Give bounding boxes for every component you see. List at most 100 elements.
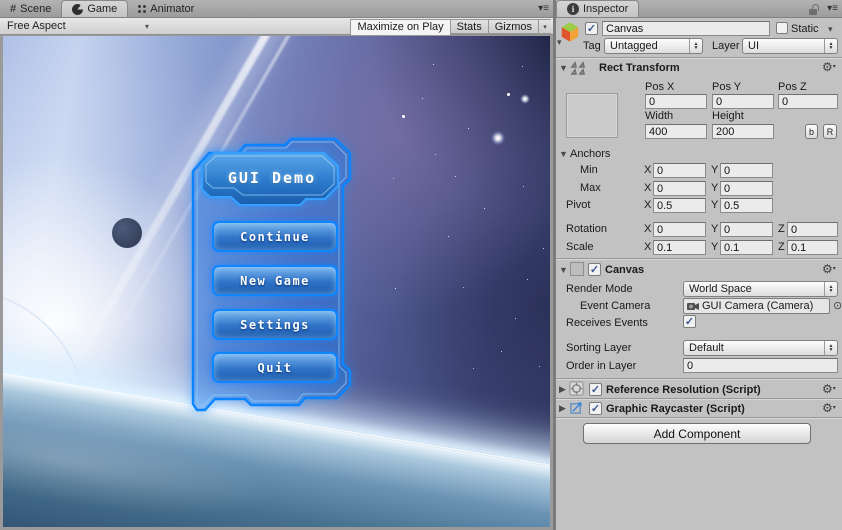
graphic-raycaster-foldout[interactable]: ▶ xyxy=(559,403,566,414)
scale-z-field[interactable] xyxy=(787,240,838,255)
reference-resolution-enabled-checkbox[interactable]: ✓ xyxy=(589,383,602,396)
layer-label: Layer xyxy=(712,40,740,52)
reference-resolution-gear-icon[interactable]: ⚙ xyxy=(822,383,836,395)
gameobject-active-checkbox[interactable]: ✓ xyxy=(585,22,598,35)
rotation-z-field[interactable] xyxy=(787,222,838,237)
canvas-enabled-checkbox[interactable]: ✓ xyxy=(588,263,601,276)
inspector-menu-icon[interactable]: ▾≡ xyxy=(827,3,838,14)
anchors-foldout[interactable]: ▼ xyxy=(559,149,568,159)
tab-scene-label: Scene xyxy=(20,2,52,15)
pivot-y-field[interactable] xyxy=(720,198,773,213)
new-game-button[interactable]: New Game xyxy=(212,265,338,296)
axis-y-label: Y xyxy=(711,182,719,194)
stats-button[interactable]: Stats xyxy=(449,19,488,35)
gizmos-button[interactable]: Gizmos xyxy=(487,19,538,35)
rotation-y-field[interactable] xyxy=(720,222,773,237)
pivot-x-field[interactable] xyxy=(653,198,706,213)
pos-y-field[interactable] xyxy=(712,94,774,109)
axis-y-label: Y xyxy=(711,199,719,211)
continue-button-label: Continue xyxy=(240,229,310,244)
canvas-component-icon xyxy=(570,262,584,276)
anchors-min-y-field[interactable] xyxy=(720,163,773,178)
axis-x-label: X xyxy=(644,164,652,176)
small-planet-silhouette xyxy=(112,218,142,248)
gizmos-dropdown-arrow[interactable]: ▾ xyxy=(538,19,551,35)
scale-x-field[interactable] xyxy=(653,240,706,255)
scale-y-field[interactable] xyxy=(720,240,773,255)
render-mode-dropdown[interactable]: World Space ▲ ▼ xyxy=(683,281,838,297)
tab-animator[interactable]: Animator xyxy=(128,0,204,17)
left-tabstrip: # Scene Game Animator ▾≡ xyxy=(0,0,553,18)
tab-animator-label: Animator xyxy=(150,2,195,15)
menu-title: GUI Demo xyxy=(227,169,317,187)
tab-scene[interactable]: # Scene xyxy=(0,0,61,17)
continue-button[interactable]: Continue xyxy=(212,221,338,252)
raw-edit-mode-button[interactable]: R xyxy=(823,124,837,139)
sorting-layer-label: Sorting Layer xyxy=(566,342,632,354)
add-component-button[interactable]: Add Component xyxy=(583,423,811,444)
anchors-min-x-field[interactable] xyxy=(653,163,706,178)
sorting-layer-value: Default xyxy=(689,342,724,354)
rect-transform-foldout[interactable]: ▼ xyxy=(559,63,568,73)
canvas-foldout[interactable]: ▼ xyxy=(559,265,568,275)
lock-icon[interactable] xyxy=(809,4,819,15)
static-label: Static xyxy=(791,23,819,35)
rotation-x-field[interactable] xyxy=(653,222,706,237)
game-view-dock: # Scene Game Animator ▾≡ Free Aspect ▾ M… xyxy=(0,0,553,530)
axis-y-label: Y xyxy=(711,223,719,235)
anchors-max-y-field[interactable] xyxy=(720,181,773,196)
maximize-on-play-label: Maximize on Play xyxy=(357,21,444,33)
pane-menu-icon[interactable]: ▾≡ xyxy=(538,3,549,14)
tag-dropdown[interactable]: Untagged ▲ ▼ xyxy=(604,38,703,54)
settings-button[interactable]: Settings xyxy=(212,309,338,340)
event-camera-object-field[interactable]: GUI Camera (Camera) xyxy=(683,298,830,314)
pos-z-field[interactable] xyxy=(778,94,838,109)
reference-resolution-foldout[interactable]: ▶ xyxy=(559,384,566,395)
static-checkbox[interactable] xyxy=(776,22,788,34)
sorting-layer-dropdown[interactable]: Default ▲ ▼ xyxy=(683,340,838,356)
updown-arrows-icon: ▲ ▼ xyxy=(824,39,837,53)
anchors-label: Anchors xyxy=(570,148,611,160)
graphic-raycaster-gear-icon[interactable]: ⚙ xyxy=(822,402,836,414)
info-icon: i xyxy=(567,3,579,15)
gameobject-icon-dropdown[interactable]: ▾ xyxy=(557,37,562,48)
add-component-label: Add Component xyxy=(653,426,741,441)
tab-game[interactable]: Game xyxy=(61,0,129,17)
receives-events-checkbox[interactable]: ✓ xyxy=(683,315,696,328)
tab-inspector[interactable]: i Inspector xyxy=(556,0,640,17)
animator-icon xyxy=(138,5,142,8)
quit-button[interactable]: Quit xyxy=(212,352,338,383)
axis-z-label: Z xyxy=(778,241,785,253)
pos-x-field[interactable] xyxy=(645,94,707,109)
reference-resolution-title: Reference Resolution (Script) xyxy=(606,384,761,396)
anchors-max-x-field[interactable] xyxy=(653,181,706,196)
render-mode-value: World Space xyxy=(689,283,752,295)
object-picker-icon[interactable]: ⊙ xyxy=(833,299,842,312)
scale-label: Scale xyxy=(566,241,594,253)
toolbar-right-group: Maximize on Play Stats Gizmos ▾ xyxy=(350,18,551,35)
width-field[interactable] xyxy=(645,124,707,139)
height-field[interactable] xyxy=(712,124,774,139)
tab-inspector-label: Inspector xyxy=(583,3,629,15)
axis-x-label: X xyxy=(644,223,652,235)
blueprint-mode-button[interactable]: b xyxy=(805,124,818,139)
order-in-layer-field[interactable] xyxy=(683,358,838,373)
anchors-min-label: Min xyxy=(580,164,598,176)
axis-x-label: X xyxy=(644,182,652,194)
stats-label: Stats xyxy=(456,21,482,33)
graphic-raycaster-title: Graphic Raycaster (Script) xyxy=(606,403,745,415)
settings-button-label: Settings xyxy=(240,317,310,332)
graphic-raycaster-enabled-checkbox[interactable]: ✓ xyxy=(589,402,602,415)
name-field[interactable] xyxy=(602,21,770,36)
updown-arrows-icon: ▲ ▼ xyxy=(824,341,837,355)
aspect-dropdown[interactable]: Free Aspect ▾ xyxy=(3,19,153,34)
camera-icon xyxy=(687,303,699,310)
gameobject-cube-icon xyxy=(561,22,579,42)
layer-dropdown[interactable]: UI ▲ ▼ xyxy=(742,38,838,54)
axis-x-label: X xyxy=(644,241,652,253)
anchor-preview-box[interactable] xyxy=(566,93,618,138)
canvas-gear-icon[interactable]: ⚙ xyxy=(822,263,836,275)
rect-transform-gear-icon[interactable]: ⚙ xyxy=(822,61,836,73)
static-dropdown-arrow[interactable]: ▾ xyxy=(828,24,833,35)
maximize-on-play-button[interactable]: Maximize on Play xyxy=(351,19,450,35)
